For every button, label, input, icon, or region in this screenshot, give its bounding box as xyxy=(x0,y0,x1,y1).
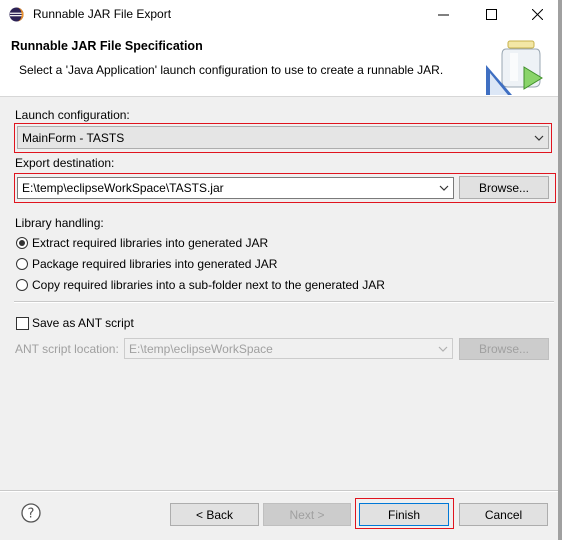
eclipse-icon xyxy=(9,7,24,22)
ant-location-label: ANT script location: xyxy=(15,342,119,356)
title-bar: Runnable JAR File Export xyxy=(0,0,562,29)
minimize-icon xyxy=(437,14,449,16)
help-icon[interactable]: ? xyxy=(21,503,41,523)
wizard-content: Launch configuration: MainForm - TASTS E… xyxy=(0,97,562,540)
ant-location-input[interactable]: E:\temp\eclipseWorkSpace xyxy=(124,338,453,359)
cancel-button[interactable]: Cancel xyxy=(459,503,548,526)
export-destination-input[interactable]: E:\temp\eclipseWorkSpace\TASTS.jar xyxy=(17,177,454,199)
radio-extract-label[interactable]: Extract required libraries into generate… xyxy=(32,236,268,250)
library-handling-label: Library handling: xyxy=(15,216,104,230)
page-title: Runnable JAR File Specification xyxy=(11,39,203,53)
radio-copy-libraries[interactable] xyxy=(16,279,28,291)
radio-package-label[interactable]: Package required libraries into generate… xyxy=(32,257,277,271)
launch-configuration-label: Launch configuration: xyxy=(15,108,130,122)
chevron-down-icon xyxy=(439,185,449,191)
ant-browse-label: Browse... xyxy=(478,342,529,356)
chevron-down-icon xyxy=(438,346,448,352)
radio-package-libraries[interactable] xyxy=(16,258,28,270)
finish-button-label: Finish xyxy=(387,507,420,522)
export-browse-button[interactable]: Browse... xyxy=(459,176,549,199)
save-ant-label[interactable]: Save as ANT script xyxy=(32,316,134,330)
separator xyxy=(14,301,554,303)
ant-location-value: E:\temp\eclipseWorkSpace xyxy=(129,341,273,356)
page-description: Select a 'Java Application' launch confi… xyxy=(19,63,444,77)
finish-button[interactable]: Finish xyxy=(359,503,449,526)
maximize-button[interactable] xyxy=(468,0,514,29)
close-icon xyxy=(531,9,543,20)
jar-wizard-banner-icon xyxy=(486,40,543,95)
back-button-label: < Back xyxy=(195,507,234,522)
export-browse-label: Browse... xyxy=(478,180,529,195)
export-destination-value: E:\temp\eclipseWorkSpace\TASTS.jar xyxy=(22,181,224,195)
next-button[interactable]: Next > xyxy=(263,503,351,526)
back-button[interactable]: < Back xyxy=(170,503,259,526)
export-destination-label: Export destination: xyxy=(15,156,115,170)
radio-extract-libraries[interactable] xyxy=(16,237,28,249)
cancel-button-label: Cancel xyxy=(484,507,523,522)
radio-copy-label[interactable]: Copy required libraries into a sub-folde… xyxy=(32,278,385,292)
wizard-banner: Runnable JAR File Specification Select a… xyxy=(0,29,562,97)
ant-browse-button[interactable]: Browse... xyxy=(459,338,549,360)
footer-separator xyxy=(0,490,558,492)
svg-text:?: ? xyxy=(28,507,35,522)
maximize-icon xyxy=(485,9,497,20)
close-button[interactable] xyxy=(514,0,560,29)
window-edge xyxy=(558,0,562,540)
save-ant-checkbox[interactable] xyxy=(16,317,29,330)
launch-configuration-select[interactable]: MainForm - TASTS xyxy=(17,126,549,149)
chevron-down-icon xyxy=(534,135,544,141)
window-title: Runnable JAR File Export xyxy=(33,7,172,21)
next-button-label: Next > xyxy=(289,507,325,522)
minimize-button[interactable] xyxy=(420,0,466,29)
launch-configuration-value: MainForm - TASTS xyxy=(22,130,125,145)
